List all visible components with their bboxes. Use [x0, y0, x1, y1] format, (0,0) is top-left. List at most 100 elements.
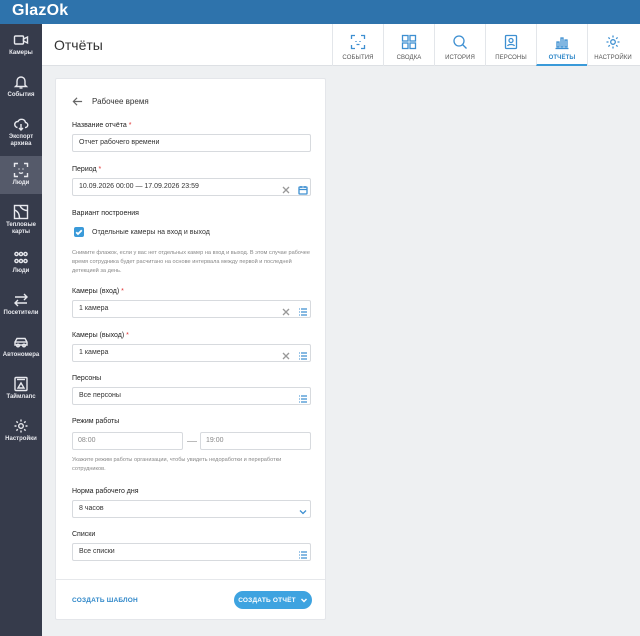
scan-icon — [350, 34, 366, 50]
tab-summary[interactable]: СВОДКА — [383, 24, 434, 66]
persons-value: Все персоны — [79, 392, 121, 399]
clear-icon[interactable] — [281, 348, 291, 360]
cloud-download-icon — [14, 118, 29, 131]
sidebar-item-visitors[interactable]: Посетители — [0, 286, 42, 324]
list-icon[interactable] — [298, 304, 308, 316]
people-icon — [14, 251, 28, 264]
time-range-dash — [187, 441, 197, 442]
sidebar-item-cameras[interactable]: Камеры — [0, 26, 42, 64]
chevron-down-icon[interactable] — [298, 504, 308, 515]
separate-cameras-row[interactable]: Отдельные камеры на вход и выход — [74, 227, 210, 237]
report-name-value: Отчет рабочего времени — [79, 139, 160, 146]
period-value: 10.09.2026 00:00 — 17.09.2026 23:59 — [79, 183, 199, 190]
chevron-down-icon — [300, 598, 307, 603]
top-bar: GlazOk — [0, 0, 640, 24]
tab-persons[interactable]: ПЕРСОНЫ — [485, 24, 536, 66]
separate-cameras-checkbox[interactable] — [74, 227, 84, 237]
create-template-button[interactable]: СОЗДАТЬ ШАБЛОН — [72, 597, 138, 604]
sidebar-item-label: Камеры — [9, 50, 33, 56]
create-report-label: СОЗДАТЬ ОТЧЁТ — [238, 596, 296, 604]
cameras-out-value: 1 камера — [79, 349, 109, 356]
bell-icon — [13, 76, 29, 89]
clear-icon[interactable] — [281, 182, 291, 194]
period-label: Период * — [72, 166, 102, 173]
page-header: Отчёты СОБЫТИЯ СВОДКА ИСТОРИЯ ПЕРСОНЫ ОТ… — [42, 24, 640, 66]
report-form-card: Рабочее время Название отчёта * Отчет ра… — [55, 78, 326, 620]
tab-history[interactable]: ИСТОРИЯ — [434, 24, 485, 66]
sidebar-item-label: Таймлапс — [6, 394, 36, 400]
period-input[interactable]: 10.09.2026 00:00 — 17.09.2026 23:59 — [72, 178, 311, 196]
work-start-input[interactable]: 08:00 — [72, 432, 183, 450]
sidebar-item-events[interactable]: События — [0, 68, 42, 106]
persons-label: Персоны — [72, 375, 102, 382]
arrows-icon — [14, 293, 28, 307]
work-end-input[interactable]: 19:00 — [200, 432, 311, 450]
form-title: Рабочее время — [92, 97, 149, 106]
camera-icon — [13, 35, 29, 45]
report-name-label: Название отчёта * — [72, 122, 132, 129]
lists-select[interactable]: Все списки — [72, 543, 311, 561]
work-start-value: 08:00 — [78, 437, 96, 444]
sidebar-item-heatmaps[interactable]: Тепловые карты — [0, 198, 42, 242]
report-name-input[interactable]: Отчет рабочего времени — [72, 134, 311, 152]
separate-cameras-hint: Снимите флажок, если у вас нет отдельных… — [72, 250, 311, 274]
grid-icon — [401, 34, 417, 50]
sidebar-item-export[interactable]: Экспорт архива — [0, 110, 42, 154]
face-scan-icon — [13, 162, 29, 178]
app-logo[interactable]: GlazOk — [12, 2, 68, 20]
calendar-icon[interactable] — [298, 182, 308, 195]
separate-cameras-label: Отдельные камеры на вход и выход — [92, 228, 210, 236]
tab-reports[interactable]: ОТЧЁТЫ — [536, 24, 587, 66]
day-norm-select[interactable]: 8 часов — [72, 500, 311, 518]
tab-label: СОБЫТИЯ — [342, 55, 374, 61]
create-report-button[interactable]: СОЗДАТЬ ОТЧЁТ — [234, 591, 312, 609]
timelapse-icon — [14, 376, 28, 392]
day-norm-label: Норма рабочего дня — [72, 488, 139, 495]
day-norm-value: 8 часов — [79, 505, 104, 512]
cameras-in-select[interactable]: 1 камера — [72, 300, 311, 318]
page-title: Отчёты — [54, 37, 103, 53]
sidebar-item-label: Люди — [12, 268, 30, 274]
gear-icon — [606, 35, 620, 49]
cameras-out-select[interactable]: 1 камера — [72, 344, 311, 362]
tab-label: ИСТОРИЯ — [445, 55, 475, 61]
search-icon — [453, 35, 467, 49]
work-mode-hint: Укажите режим работы организации, чтобы … — [72, 457, 282, 472]
sidebar-item-label: События — [7, 92, 35, 98]
person-card-icon — [504, 34, 518, 50]
tab-label: ОТЧЁТЫ — [548, 55, 576, 61]
variant-label: Вариант построения — [72, 210, 139, 217]
sidebar-item-faces[interactable]: Люди — [0, 156, 42, 194]
back-row: Рабочее время — [72, 96, 149, 107]
gear-icon — [14, 419, 28, 433]
bar-chart-icon — [555, 37, 569, 50]
sidebar-item-label: Люди — [12, 180, 30, 186]
tab-events[interactable]: СОБЫТИЯ — [332, 24, 383, 66]
sidebar-item-settings[interactable]: Настройки — [0, 412, 42, 450]
heatmap-icon — [13, 204, 29, 220]
tab-settings[interactable]: НАСТРОЙКИ — [587, 24, 638, 66]
clear-icon[interactable] — [281, 304, 291, 316]
sidebar-item-people[interactable]: Люди — [0, 244, 42, 282]
lists-label: Списки — [72, 531, 96, 538]
sidebar-item-plates[interactable]: Автономера — [0, 328, 42, 366]
sidebar-item-timelapse[interactable]: Таймлапс — [0, 370, 42, 408]
cameras-in-label: Камеры (вход) * — [72, 288, 124, 295]
tab-label: НАСТРОЙКИ — [594, 55, 632, 61]
sidebar-item-label: Тепловые карты — [6, 222, 36, 235]
cameras-out-label: Камеры (выход) * — [72, 332, 129, 339]
tab-label: ПЕРСОНЫ — [495, 55, 527, 61]
work-end-value: 19:00 — [206, 437, 224, 444]
car-icon — [14, 337, 28, 348]
list-icon[interactable] — [298, 547, 308, 559]
persons-select[interactable]: Все персоны — [72, 387, 311, 405]
back-arrow-icon[interactable] — [72, 96, 83, 107]
sidebar-item-label: Автономера — [2, 352, 40, 358]
sidebar-item-label: Посетители — [3, 310, 39, 316]
lists-value: Все списки — [79, 548, 115, 555]
sidebar-item-label: Настройки — [5, 436, 37, 442]
list-icon[interactable] — [298, 391, 308, 403]
footer-divider — [56, 579, 325, 580]
list-icon[interactable] — [298, 348, 308, 360]
work-mode-label: Режим работы — [72, 418, 120, 425]
